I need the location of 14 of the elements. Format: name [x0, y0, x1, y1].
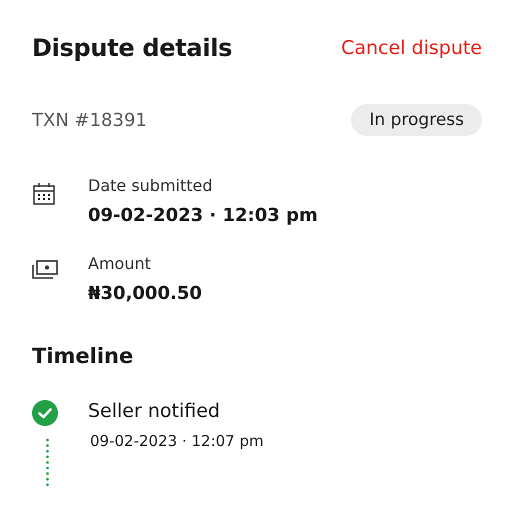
- detail-label: Date submitted: [88, 176, 214, 195]
- detail-label: Amount: [88, 254, 152, 273]
- page-title: Dispute details: [32, 34, 232, 62]
- event-time: 09-02-2023 · 12:07 pm: [89, 432, 264, 450]
- timeline-connector: [46, 438, 49, 488]
- status-badge: In progress: [351, 104, 482, 136]
- cancel-dispute-link[interactable]: Cancel dispute: [341, 37, 482, 59]
- calendar-icon: [32, 182, 56, 206]
- event-label: Seller notified: [88, 400, 221, 422]
- section-title: Timeline: [32, 344, 134, 368]
- detail-value: ₦30,000.50: [88, 283, 202, 304]
- detail-value: 09-02-2023 · 12:03 pm: [88, 205, 318, 226]
- cash-icon: [32, 260, 58, 280]
- transaction-id: TXN #18391: [32, 110, 147, 130]
